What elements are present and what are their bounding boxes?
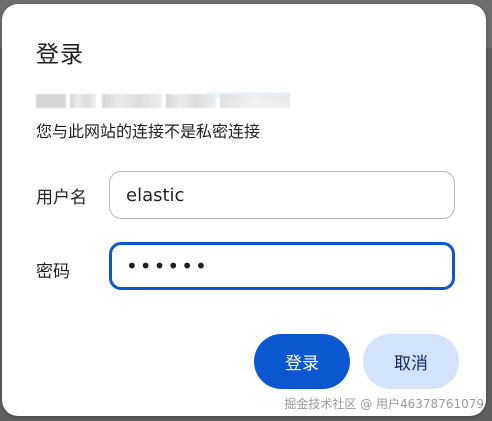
password-input[interactable]: •••••• [109, 242, 455, 290]
redaction-block [220, 94, 290, 108]
password-label: 密码 [36, 262, 70, 282]
password-value: •••••• [126, 254, 209, 278]
redaction-block [70, 94, 96, 108]
connection-warning: 您与此网站的连接不是私密连接 [36, 122, 261, 141]
login-dialog: 登录 您与此网站的连接不是私密连接 用户名 elastic 密码 •••••• … [2, 4, 486, 416]
site-url-redacted [36, 92, 290, 110]
redaction-block [166, 94, 216, 108]
watermark: 掘金技术社区 @ 用户46378761079 [284, 397, 484, 411]
username-input[interactable]: elastic [109, 171, 455, 219]
username-label: 用户名 [36, 188, 87, 208]
cancel-button[interactable]: 取消 [363, 334, 459, 389]
username-value: elastic [126, 184, 185, 206]
redaction-block [102, 94, 162, 108]
dialog-title: 登录 [36, 42, 84, 68]
cancel-button-label: 取消 [394, 354, 428, 374]
login-button-label: 登录 [285, 354, 319, 374]
login-button[interactable]: 登录 [254, 334, 350, 389]
redaction-block [36, 94, 66, 108]
